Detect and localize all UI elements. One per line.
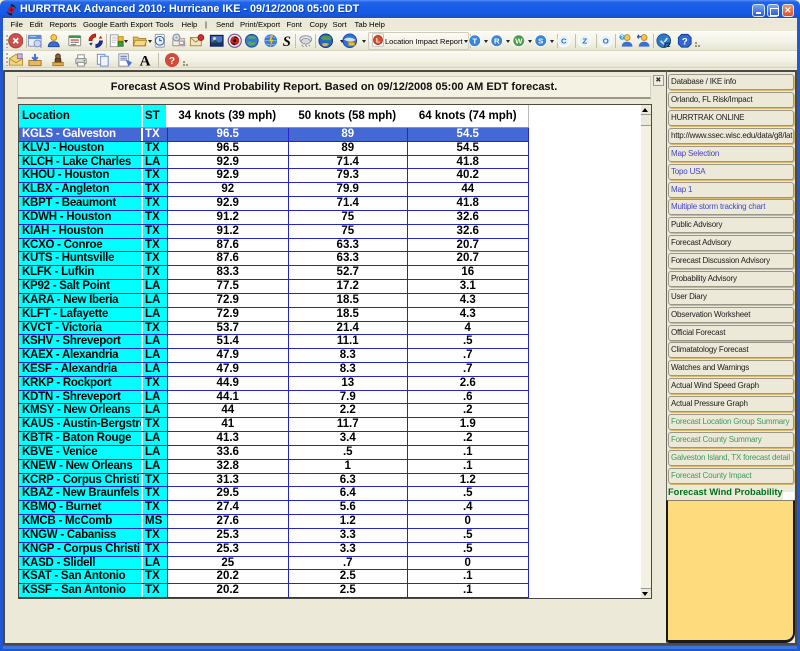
svg-text:S: S xyxy=(283,34,291,49)
svg-text:?: ? xyxy=(681,36,687,47)
svg-text:L: L xyxy=(376,37,380,44)
svg-text:R: R xyxy=(494,36,500,45)
svg-text:O: O xyxy=(602,36,608,45)
svg-text:W: W xyxy=(515,36,523,45)
svg-text:?: ? xyxy=(169,55,175,66)
svg-text:T: T xyxy=(472,36,477,45)
svg-text:C: C xyxy=(560,36,566,45)
svg-text:?: ? xyxy=(620,35,624,41)
svg-text:A: A xyxy=(139,53,150,67)
svg-text:72: 72 xyxy=(663,42,671,48)
svg-text:Z: Z xyxy=(582,36,587,45)
svg-text:S: S xyxy=(538,36,543,45)
